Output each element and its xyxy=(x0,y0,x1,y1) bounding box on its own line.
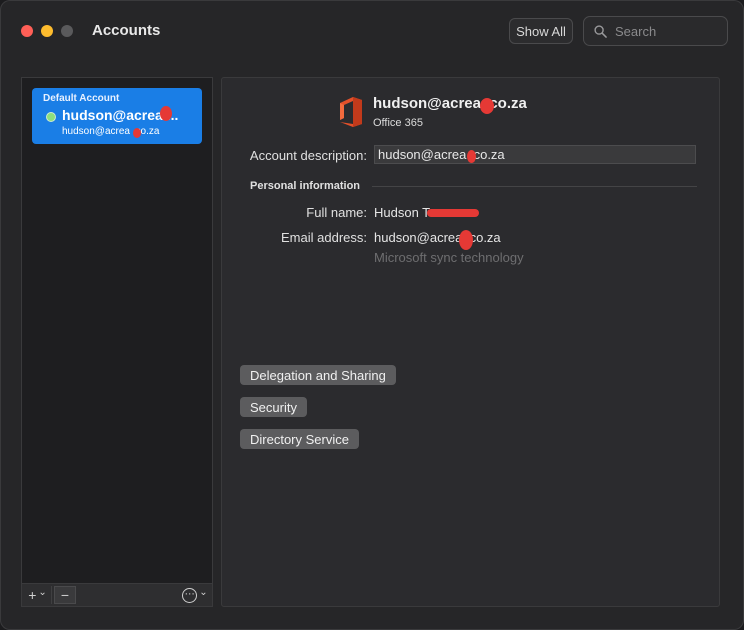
plus-icon: + xyxy=(28,587,37,603)
email-address-label: Email address: xyxy=(281,230,367,245)
full-name-label: Full name: xyxy=(306,205,367,220)
close-window-button[interactable] xyxy=(21,25,33,37)
account-description-field[interactable] xyxy=(374,145,696,164)
personal-info-title: Personal information xyxy=(250,180,361,192)
redaction-mark xyxy=(459,230,473,250)
account-header-email: hudson@acrea .co.za xyxy=(373,95,527,112)
chevron-down-icon: ⌄ xyxy=(38,586,47,598)
window-title: Accounts xyxy=(92,22,161,39)
title-bar: Accounts Show All xyxy=(0,0,744,60)
add-account-button[interactable]: + ⌄ xyxy=(24,586,52,604)
search-icon xyxy=(594,24,607,38)
account-name: hudson@acrea.... xyxy=(62,107,179,123)
sidebar-toolbar: + ⌄ − ⋯ ⌄ xyxy=(22,583,212,606)
full-name-value: Hudson T xyxy=(374,205,431,220)
sync-technology-note: Microsoft sync technology xyxy=(374,250,524,265)
account-status-indicator xyxy=(46,112,56,122)
redaction-mark xyxy=(133,128,141,138)
redaction-mark xyxy=(427,209,479,217)
account-list-item-default[interactable]: Default Account hudson@acrea.... hudson@… xyxy=(32,88,202,144)
account-detail-panel: hudson@acrea .co.za Office 365 Account d… xyxy=(221,77,720,607)
show-all-button[interactable]: Show All xyxy=(509,18,573,44)
section-divider xyxy=(372,186,697,187)
redaction-mark xyxy=(160,106,172,121)
redaction-mark xyxy=(467,150,476,163)
account-description-label: Account description: xyxy=(249,148,367,163)
search-field[interactable] xyxy=(583,16,728,46)
account-type: Office 365 xyxy=(373,117,423,129)
directory-service-button[interactable]: Directory Service xyxy=(240,429,359,449)
account-list-sidebar: Default Account hudson@acrea.... hudson@… xyxy=(21,77,213,607)
search-input[interactable] xyxy=(613,22,717,40)
minimize-window-button[interactable] xyxy=(41,25,53,37)
chevron-down-icon: ⌄ xyxy=(199,586,208,598)
more-actions-button[interactable]: ⋯ ⌄ xyxy=(180,586,210,604)
security-button[interactable]: Security xyxy=(240,397,307,417)
delegation-sharing-button[interactable]: Delegation and Sharing xyxy=(240,365,396,385)
email-address-value: hudson@acrea .co.za xyxy=(374,230,501,245)
redaction-mark xyxy=(480,98,494,114)
remove-account-button[interactable]: − xyxy=(54,586,76,604)
minus-icon: − xyxy=(60,587,70,603)
default-account-label: Default Account xyxy=(43,93,120,104)
office-365-icon xyxy=(340,97,362,127)
ellipsis-circle-icon: ⋯ xyxy=(182,587,198,603)
zoom-window-button[interactable] xyxy=(61,25,73,37)
accounts-window: Accounts Show All Default Account hudson… xyxy=(0,0,744,630)
account-email: hudson@acrea .co.za xyxy=(62,126,160,137)
